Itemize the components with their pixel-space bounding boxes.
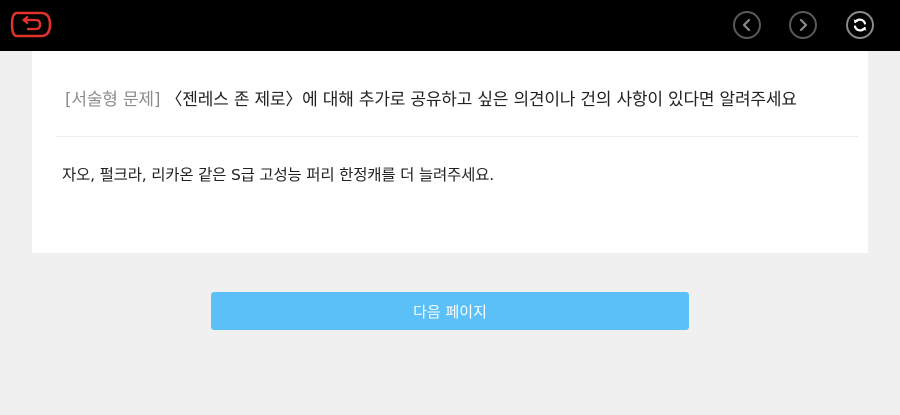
top-bar — [0, 0, 900, 51]
question-card: [서술형 문제] 〈젠레스 존 제로〉에 대해 추가로 공유하고 싶은 의견이나… — [32, 51, 868, 253]
refresh-button[interactable] — [846, 11, 874, 39]
question-body: 〈젠레스 존 제로〉에 대해 추가로 공유하고 싶은 의견이나 건의 사항이 있… — [165, 90, 797, 110]
answer-text[interactable]: 자오, 펄크라, 리카온 같은 S급 고성능 퍼리 한정캐를 더 늘려주세요. — [62, 163, 848, 185]
previous-button[interactable] — [733, 11, 761, 39]
refresh-icon — [853, 18, 867, 32]
chevron-left-icon — [742, 18, 751, 32]
question-text: [서술형 문제] 〈젠레스 존 제로〉에 대해 추가로 공유하고 싶은 의견이나… — [65, 85, 858, 110]
next-page-button[interactable]: 다음 페이지 — [211, 292, 689, 330]
chevron-right-icon — [799, 18, 808, 32]
question-type-tag: [서술형 문제] — [65, 90, 161, 110]
back-arrow-icon — [10, 11, 52, 38]
divider — [56, 136, 858, 137]
back-button[interactable] — [9, 10, 53, 39]
next-button[interactable] — [789, 11, 817, 39]
